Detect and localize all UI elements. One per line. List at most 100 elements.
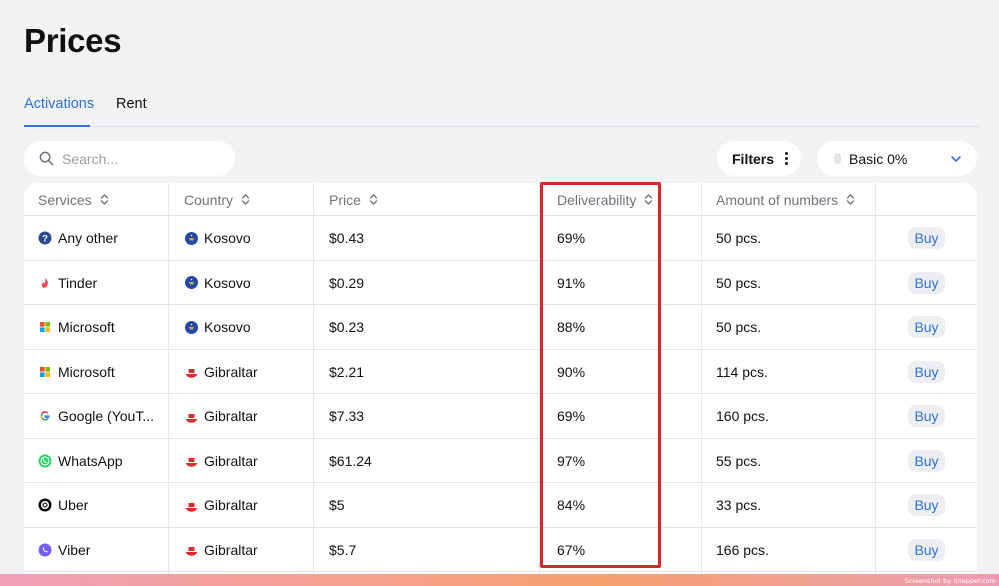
filters-button[interactable]: Filters	[717, 141, 801, 176]
column-header-label: Services	[38, 191, 92, 208]
amount-cell: 33 pcs.	[716, 497, 762, 513]
column-header-label: Country	[184, 191, 234, 208]
deliverability-cell: 67%	[557, 541, 586, 558]
price-cell: $5.7	[329, 541, 357, 558]
country-name: Kosovo	[204, 230, 251, 246]
service-cell: Microsoft	[38, 350, 115, 394]
price-cell: $5	[329, 497, 345, 513]
table-row: WhatsApp Gibraltar $61.24 97% 55 pcs. Bu…	[24, 439, 977, 483]
deliverability-cell: 91%	[557, 274, 586, 291]
plan-select[interactable]: Basic 0%	[817, 141, 977, 176]
price-cell: $0.23	[329, 319, 365, 335]
service-name: Uber	[58, 497, 89, 513]
service-name: Microsoft	[58, 363, 115, 380]
gibraltar-flag-icon	[184, 498, 198, 512]
plan-indicator	[834, 153, 841, 164]
country-cell: Gibraltar	[184, 483, 258, 527]
country-name: Gibraltar	[204, 541, 258, 558]
country-cell: Gibraltar	[184, 394, 258, 438]
country-cell: Gibraltar	[184, 350, 258, 394]
tab-bar: Activations Rent	[24, 96, 979, 127]
deliverability-cell: 97%	[557, 452, 586, 469]
buy-button[interactable]: Buy	[908, 360, 945, 383]
country-name: Gibraltar	[204, 363, 258, 380]
deliverability-cell: 84%	[557, 497, 586, 513]
deliverability-cell: 90%	[557, 363, 586, 380]
column-header-price[interactable]: Price	[329, 183, 378, 216]
country-cell: Gibraltar	[184, 528, 258, 572]
page-title: Prices	[24, 22, 122, 59]
service-cell: WhatsApp	[38, 439, 123, 483]
amount-cell: 50 pcs.	[716, 230, 762, 246]
kosovo-flag-icon	[184, 320, 198, 334]
table-row: Viber Gibraltar $5.7 67% 166 pcs. Buy	[24, 528, 977, 572]
screenshot-credit: Screenshot by Xnapper.com	[904, 577, 996, 585]
bottom-gradient-bar	[0, 574, 999, 586]
service-name: WhatsApp	[58, 452, 123, 469]
service-name: Microsoft	[58, 319, 115, 335]
buy-button[interactable]: Buy	[908, 405, 945, 427]
viber-icon	[38, 543, 52, 557]
kebab-icon	[785, 152, 789, 165]
country-name: Kosovo	[204, 319, 251, 335]
country-name: Gibraltar	[204, 408, 258, 424]
buy-button[interactable]: Buy	[908, 494, 945, 516]
uber-icon	[38, 498, 52, 512]
filters-label: Filters	[732, 150, 775, 167]
column-header-label: Price	[329, 191, 361, 208]
column-header-amount[interactable]: Amount of numbers	[716, 183, 855, 216]
country-cell: Kosovo	[184, 261, 251, 305]
table-row: ? Any other Kosovo $0.43 69% 50 pcs. Buy	[24, 216, 977, 261]
buy-button[interactable]: Buy	[908, 449, 945, 472]
column-header-deliverability[interactable]: Deliverability	[557, 183, 653, 216]
amount-cell: 55 pcs.	[716, 452, 762, 469]
table-header: Services Country Price Deliverability Am…	[24, 183, 977, 216]
price-cell: $7.33	[329, 408, 365, 424]
table-row: Microsoft Kosovo $0.23 88% 50 pcs. Buy	[24, 305, 977, 350]
gibraltar-flag-icon	[184, 409, 198, 423]
column-header-services[interactable]: Services	[38, 183, 109, 216]
chevron-down-icon	[950, 152, 962, 168]
sort-icon	[100, 193, 109, 206]
table-row: Tinder Kosovo $0.29 91% 50 pcs. Buy	[24, 261, 977, 305]
kosovo-flag-icon	[184, 276, 198, 290]
whatsapp-icon	[38, 454, 52, 468]
service-cell: Microsoft	[38, 305, 115, 349]
service-cell: Tinder	[38, 261, 97, 305]
buy-button[interactable]: Buy	[908, 227, 945, 249]
price-cell: $0.43	[329, 230, 365, 246]
buy-button[interactable]: Buy	[908, 316, 945, 338]
column-header-country[interactable]: Country	[184, 183, 250, 216]
microsoft-icon	[38, 320, 52, 334]
service-name: Google (YouT...	[58, 408, 154, 424]
service-cell: ? Any other	[38, 216, 118, 260]
country-name: Gibraltar	[204, 452, 258, 469]
service-cell: Viber	[38, 528, 90, 572]
table-row: Uber Gibraltar $5 84% 33 pcs. Buy	[24, 483, 977, 528]
service-cell: Google (YouT...	[38, 394, 154, 438]
buy-button[interactable]: Buy	[908, 271, 945, 294]
search-input[interactable]	[62, 150, 212, 167]
amount-cell: 50 pcs.	[716, 319, 762, 335]
amount-cell: 160 pcs.	[716, 408, 769, 424]
tab-activations[interactable]: Activations	[24, 96, 94, 127]
sort-icon	[369, 193, 378, 206]
service-cell: Uber	[38, 483, 88, 527]
service-name: Any other	[58, 230, 118, 246]
search-box[interactable]	[24, 141, 235, 176]
service-name: Tinder	[58, 274, 98, 291]
gibraltar-flag-icon	[184, 454, 198, 468]
column-header-label: Amount of numbers	[716, 191, 839, 208]
svg-text:?: ?	[42, 233, 48, 244]
country-name: Kosovo	[204, 274, 251, 291]
plan-label: Basic 0%	[849, 150, 908, 167]
question-icon: ?	[38, 231, 52, 245]
gibraltar-flag-icon	[184, 365, 198, 379]
amount-cell: 50 pcs.	[716, 274, 762, 291]
google-icon	[38, 409, 52, 423]
column-header-label: Deliverability	[557, 191, 637, 208]
buy-button[interactable]: Buy	[908, 538, 945, 561]
country-cell: Kosovo	[184, 305, 251, 349]
country-cell: Gibraltar	[184, 439, 258, 483]
tab-rent[interactable]: Rent	[116, 96, 147, 127]
